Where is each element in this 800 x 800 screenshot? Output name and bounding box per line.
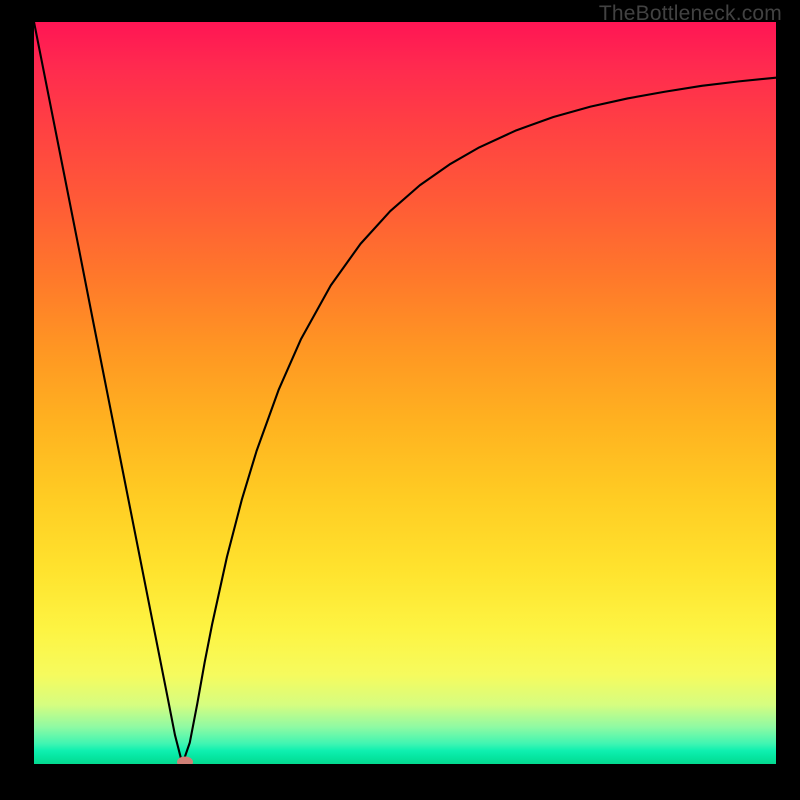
chart-frame: TheBottleneck.com (0, 0, 800, 800)
bottleneck-curve (34, 22, 776, 764)
plot-area (34, 22, 776, 764)
optimum-marker (177, 756, 193, 764)
